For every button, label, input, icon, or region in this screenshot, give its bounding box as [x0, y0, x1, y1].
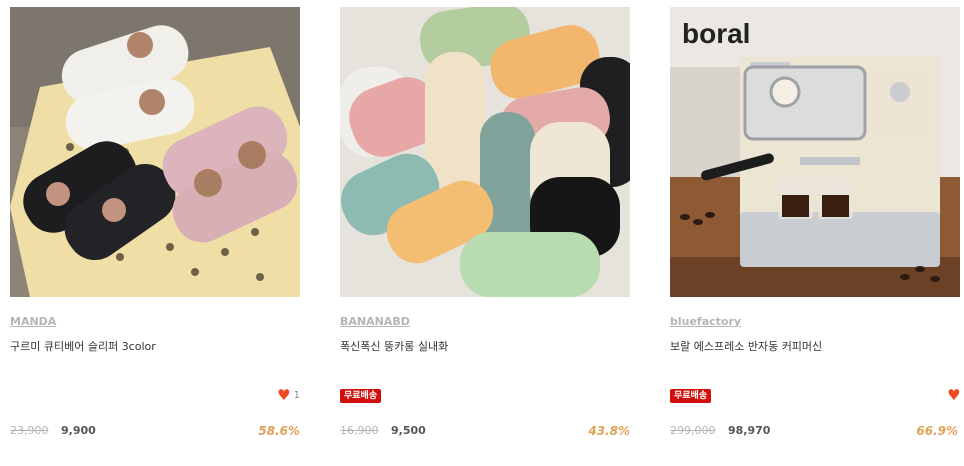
- price-row: 16,900 9,500 43.8%: [340, 424, 630, 440]
- free-shipping-badge: 무료배송: [670, 389, 712, 403]
- discount-rate: 66.9%: [916, 424, 958, 438]
- discount-rate: 58.6%: [258, 424, 300, 438]
- product-card[interactable]: MANDA 구르미 큐티베어 슬리퍼 3color ♥ 1 23,900 9,9…: [10, 7, 300, 457]
- sale-price: 9,900: [61, 424, 96, 437]
- brand-link[interactable]: bluefactory: [670, 315, 741, 328]
- original-price: 23,900: [10, 424, 49, 437]
- discount-rate: 43.8%: [588, 424, 630, 438]
- price-row: 23,900 9,900 58.6%: [10, 424, 300, 440]
- like-count[interactable]: ♥ 1: [277, 386, 300, 404]
- product-title[interactable]: 폭신폭신 뚱카롱 실내화: [340, 338, 448, 354]
- like-count[interactable]: ♥ 4: [947, 386, 964, 404]
- product-image-coffee-machine[interactable]: boral: [670, 7, 960, 297]
- sale-price: 9,500: [391, 424, 426, 437]
- price-row: 299,000 98,970 66.9%: [670, 424, 964, 440]
- original-price: 299,000: [670, 424, 716, 437]
- free-shipping-badge: 무료배송: [340, 389, 382, 403]
- product-card[interactable]: boral bluefactory 보랄 에스프레소 반자동 커피머신 무료배송…: [670, 7, 964, 457]
- original-price: 16,900: [340, 424, 379, 437]
- product-image-puffy-slippers[interactable]: [340, 7, 630, 297]
- heart-icon: ♥: [947, 386, 961, 404]
- product-image-bear-slippers[interactable]: [10, 7, 300, 297]
- brand-link[interactable]: BANANABD: [340, 315, 410, 328]
- product-card[interactable]: BANANABD 폭신폭신 뚱카롱 실내화 무료배송 16,900 9,500 …: [340, 7, 630, 457]
- brand-logo: boral: [682, 18, 750, 49]
- sale-price: 98,970: [728, 424, 771, 437]
- like-count-value: 1: [293, 389, 300, 401]
- brand-link[interactable]: MANDA: [10, 315, 56, 328]
- product-title[interactable]: 구르미 큐티베어 슬리퍼 3color: [10, 338, 156, 354]
- heart-icon: ♥: [277, 386, 291, 404]
- product-title[interactable]: 보랄 에스프레소 반자동 커피머신: [670, 338, 822, 354]
